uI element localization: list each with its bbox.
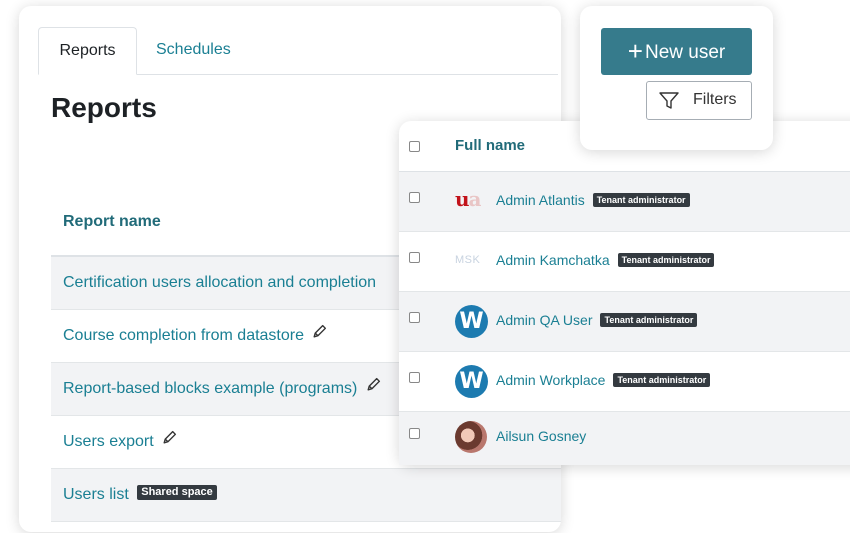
report-row: Users list Shared space	[51, 469, 561, 522]
user-row: ua Admin Atlantis Tenant administrator	[399, 172, 850, 232]
tenant-admin-badge: Tenant administrator	[617, 253, 715, 268]
msk-logo-icon: MSK	[455, 254, 481, 266]
user-row: Ailsun Gosney	[399, 412, 850, 465]
tenant-admin-badge: Tenant administrator	[613, 373, 711, 388]
filter-funnel-icon	[659, 92, 679, 109]
user-checkbox[interactable]	[409, 192, 420, 203]
user-link[interactable]: Admin Kamchatka Tenant administrator	[496, 252, 715, 268]
user-avatar-icon	[455, 421, 487, 453]
user-row: W Admin QA User Tenant administrator	[399, 292, 850, 352]
report-link[interactable]: Report-based blocks example (programs)	[63, 380, 357, 397]
user-link[interactable]: Admin Workplace Tenant administrator	[496, 372, 711, 388]
report-link[interactable]: Course completion from datastore	[63, 327, 304, 344]
workplace-w-logo-icon: W	[455, 305, 488, 338]
report-link[interactable]: Certification users allocation and compl…	[63, 274, 376, 291]
user-row: MSK Admin Kamchatka Tenant administrator	[399, 232, 850, 292]
full-name-column-header[interactable]: Full name	[455, 137, 525, 154]
workplace-w-logo-icon: W	[455, 365, 488, 398]
users-panel: Full name ua Admin Atlantis Tenant admini…	[399, 121, 850, 465]
report-tabs: Reports Schedules	[38, 27, 558, 75]
report-link[interactable]: Users export	[63, 433, 154, 450]
user-checkbox[interactable]	[409, 252, 420, 263]
user-checkbox[interactable]	[409, 312, 420, 323]
ua-logo-icon: ua	[455, 187, 482, 211]
pencil-icon[interactable]	[365, 363, 382, 415]
plus-icon: +	[627, 36, 643, 66]
tab-schedules[interactable]: Schedules	[156, 27, 231, 73]
tenant-admin-badge: Tenant administrator	[600, 313, 698, 328]
user-checkbox[interactable]	[409, 428, 420, 439]
report-link[interactable]: Users list	[63, 486, 129, 503]
select-all-checkbox[interactable]	[409, 141, 420, 152]
user-link[interactable]: Admin QA User Tenant administrator	[496, 312, 698, 328]
report-name-column-header[interactable]: Report name	[63, 213, 161, 231]
page-title: Reports	[51, 92, 157, 123]
new-user-button[interactable]: + New user	[601, 28, 752, 75]
user-row: W Admin Workplace Tenant administrator	[399, 352, 850, 412]
user-actions-panel: + New user Filters	[580, 6, 773, 150]
pencil-icon[interactable]	[161, 416, 178, 468]
user-link[interactable]: Admin Atlantis Tenant administrator	[496, 192, 690, 208]
pencil-icon[interactable]	[311, 310, 328, 362]
shared-space-badge: Shared space	[137, 485, 217, 501]
user-link[interactable]: Ailsun Gosney	[496, 428, 586, 444]
user-checkbox[interactable]	[409, 372, 420, 383]
tenant-admin-badge: Tenant administrator	[592, 193, 690, 208]
tab-reports[interactable]: Reports	[38, 27, 137, 75]
filters-button[interactable]: Filters	[646, 81, 752, 120]
